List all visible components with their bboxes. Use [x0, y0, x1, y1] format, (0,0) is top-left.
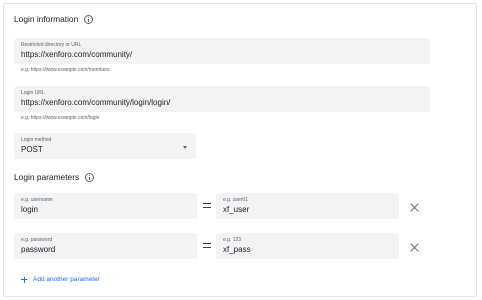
param-value-label: e.g. user01	[223, 197, 249, 203]
equals-icon	[203, 243, 211, 248]
param-name-field[interactable]: e.g. password password	[14, 233, 197, 259]
param-name-value[interactable]: login	[21, 205, 38, 214]
login-parameters-title: Login parameters	[14, 172, 80, 182]
remove-parameter-icon[interactable]	[410, 243, 419, 252]
param-value-field[interactable]: e.g. 123 xf_pass	[216, 233, 399, 259]
restricted-url-field[interactable]: Restricted directory or URL https://xenf…	[14, 38, 430, 64]
info-icon[interactable]	[85, 172, 95, 182]
add-parameter-label: Add another parameter	[33, 276, 100, 283]
info-icon[interactable]	[84, 14, 94, 24]
dropdown-arrow-icon[interactable]	[183, 146, 187, 149]
plus-icon	[21, 276, 27, 283]
restricted-url-label: Restricted directory or URL	[21, 42, 82, 48]
login-method-label: Login method	[21, 137, 52, 143]
login-method-select[interactable]: Login method POST	[14, 133, 196, 159]
param-name-value[interactable]: password	[21, 245, 55, 254]
login-url-field[interactable]: Login URL https://xenforo.com/community/…	[14, 86, 430, 112]
login-url-label: Login URL	[21, 90, 45, 96]
login-information-title: Login information	[14, 14, 79, 24]
remove-parameter-icon[interactable]	[410, 203, 419, 212]
equals-icon	[203, 203, 211, 208]
param-value-value[interactable]: xf_pass	[223, 245, 251, 254]
login-information-heading: Login information	[14, 14, 94, 24]
login-method-value[interactable]: POST	[21, 145, 43, 154]
add-parameter-button[interactable]: Add another parameter	[21, 276, 100, 283]
restricted-url-hint: e.g. https://www.example.com/members	[21, 67, 110, 73]
restricted-url-value[interactable]: https://xenforo.com/community/	[21, 50, 132, 59]
login-url-hint: e.g. https://www.example.com/login	[21, 115, 100, 121]
login-url-value[interactable]: https://xenforo.com/community/login/logi…	[21, 98, 170, 107]
param-name-label: e.g. password	[21, 237, 53, 243]
param-value-label: e.g. 123	[223, 237, 242, 243]
param-name-label: e.g. username	[21, 197, 53, 203]
login-parameters-heading: Login parameters	[14, 172, 95, 182]
param-name-field[interactable]: e.g. username login	[14, 193, 197, 219]
param-value-value[interactable]: xf_user	[223, 205, 249, 214]
param-value-field[interactable]: e.g. user01 xf_user	[216, 193, 399, 219]
